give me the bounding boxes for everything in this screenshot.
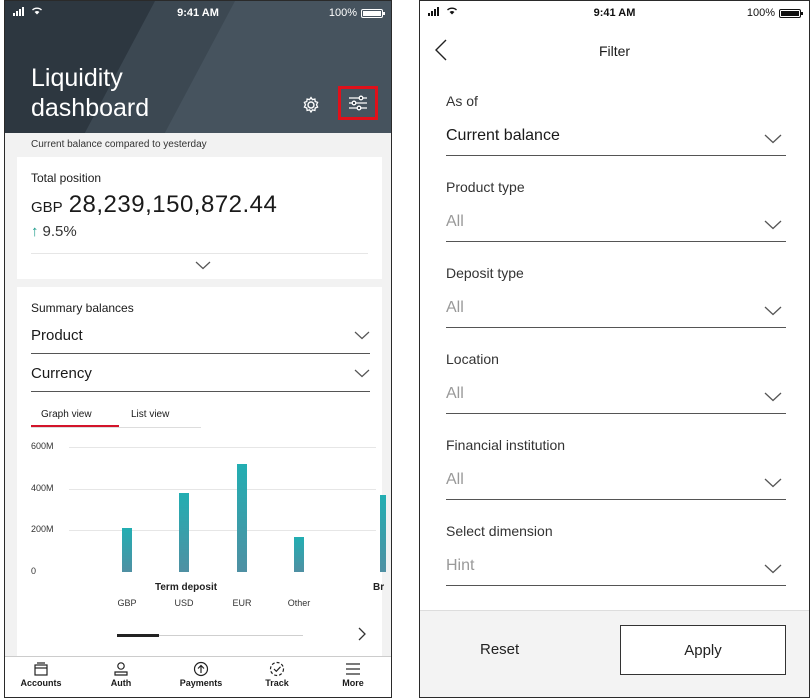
filter-field[interactable]: Financial institution All	[446, 437, 786, 500]
dashboard-screen: 9:41 AM 100% Liquidity dashboard Current…	[4, 0, 392, 698]
amount-value: 28,239,150,872.44	[68, 191, 278, 218]
field-label: As of	[446, 93, 478, 109]
battery-status: 100%	[747, 7, 803, 19]
y-tick-label: 0	[31, 566, 37, 576]
x-tick-label: USD	[174, 598, 194, 608]
chevron-right-icon[interactable]	[357, 627, 367, 646]
reset-button[interactable]: Reset	[480, 641, 519, 658]
apply-button[interactable]: Apply	[620, 625, 786, 675]
chevron-down-icon	[764, 217, 782, 235]
product-select[interactable]: Product	[31, 323, 370, 354]
nav-track[interactable]: Track	[245, 661, 309, 688]
total-position-card: Total position GBP 28,239,150,872.44 ↑ 9.…	[17, 157, 382, 279]
expand-chevron-icon[interactable]	[195, 257, 211, 275]
filter-screen: 9:41 AM 100% Filter As of Current balance…	[419, 0, 810, 698]
active-tab-underline	[31, 425, 119, 427]
bar-gbp[interactable]	[122, 528, 132, 572]
field-value: All	[446, 299, 464, 316]
summary-balances-label: Summary balances	[31, 301, 134, 315]
bar-eur[interactable]	[237, 463, 247, 572]
nav-more[interactable]: More	[321, 661, 385, 688]
currency-code: GBP	[31, 199, 63, 216]
field-label: Select dimension	[446, 523, 553, 539]
chart-scroll-indicator[interactable]	[117, 634, 303, 637]
arrow-up-icon: ↑	[31, 223, 39, 240]
change-indicator: ↑ 9.5%	[31, 223, 77, 240]
y-tick-label: 400M	[31, 482, 54, 493]
x-tick-label: Other	[287, 598, 311, 608]
accounts-icon	[34, 662, 48, 676]
chevron-down-icon	[764, 475, 782, 493]
menu-icon	[346, 663, 360, 675]
summary-balances-card: Summary balances Product Currency Graph …	[17, 287, 386, 659]
status-bar: 9:41 AM 100%	[5, 1, 391, 27]
battery-icon	[361, 8, 385, 18]
filter-field[interactable]: Select dimension Hint	[446, 523, 786, 586]
field-label: Location	[446, 351, 499, 367]
field-label: Product type	[446, 179, 525, 195]
nav-payments[interactable]: Payments	[169, 661, 233, 688]
tab-list-view[interactable]: List view	[131, 409, 169, 420]
comparison-subtitle: Current balance compared to yesterday	[5, 133, 391, 155]
dashboard-header: 9:41 AM 100% Liquidity dashboard	[5, 1, 391, 133]
bar-other[interactable]	[294, 536, 304, 572]
status-bar: 9:41 AM 100%	[420, 1, 809, 27]
page-title: Liquidity dashboard	[31, 64, 150, 122]
total-amount: GBP 28,239,150,872.44	[31, 191, 277, 219]
chevron-down-icon	[764, 389, 782, 407]
filter-field[interactable]: As of Current balance	[446, 93, 786, 156]
auth-icon	[114, 662, 128, 676]
payments-icon	[193, 661, 209, 677]
total-position-label: Total position	[31, 171, 102, 185]
tab-graph-view[interactable]: Graph view	[41, 409, 92, 420]
battery-status: 100%	[329, 7, 385, 19]
filter-field[interactable]: Location All	[446, 351, 786, 414]
field-value: Hint	[446, 557, 475, 574]
chevron-down-icon	[354, 369, 370, 378]
filter-footer: Reset Apply	[420, 610, 809, 697]
chevron-down-icon	[764, 303, 782, 321]
field-value: All	[446, 385, 464, 402]
bar-usd[interactable]	[179, 492, 189, 572]
battery-icon	[779, 8, 803, 18]
x-tick-label: GBP	[117, 598, 137, 608]
bar-next-group[interactable]	[380, 494, 386, 572]
x-tick-label: EUR	[232, 598, 252, 608]
field-value: All	[446, 471, 464, 488]
field-label: Deposit type	[446, 265, 524, 281]
filter-title: Filter	[598, 43, 631, 59]
filter-field[interactable]: Deposit type All	[446, 265, 786, 328]
field-label: Financial institution	[446, 437, 566, 453]
filter-button[interactable]	[338, 86, 378, 120]
y-tick-label: 600M	[31, 441, 54, 451]
chevron-down-icon	[764, 561, 782, 579]
filter-field[interactable]: Product type All	[446, 179, 786, 242]
bottom-navigation: Accounts Auth Payments Track More	[5, 656, 391, 697]
field-value: Current balance	[446, 127, 560, 144]
filter-sliders-icon	[349, 95, 367, 111]
y-tick-label: 200M	[31, 524, 54, 535]
settings-gear-icon[interactable]	[302, 96, 320, 119]
track-icon	[269, 661, 285, 677]
nav-accounts[interactable]: Accounts	[9, 661, 73, 688]
nav-auth[interactable]: Auth	[89, 661, 153, 688]
chevron-down-icon	[764, 131, 782, 149]
field-value: All	[446, 213, 464, 230]
balances-bar-chart: 600M 400M 200M 0 GBP USD EUR Other Term deposit B…	[31, 437, 386, 612]
next-group-label: Br	[373, 582, 385, 593]
group-label: Term deposit	[155, 582, 218, 593]
currency-select[interactable]: Currency	[31, 361, 370, 392]
view-tabs: Graph view List view	[31, 407, 201, 428]
chevron-down-icon	[354, 331, 370, 340]
